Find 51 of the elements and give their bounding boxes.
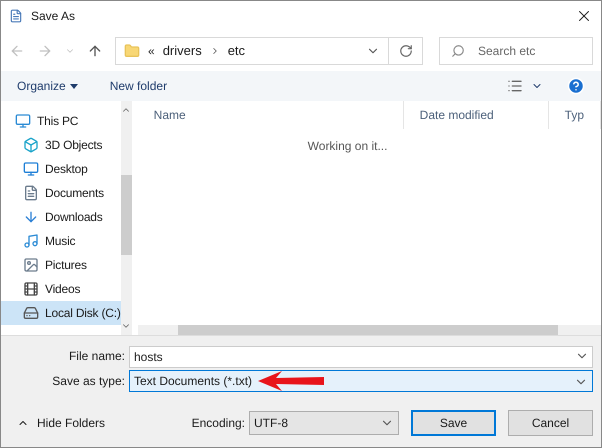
breadcrumb[interactable]: drivers — [162, 41, 202, 61]
address-bar[interactable]: « drivers etc — [115, 37, 389, 65]
picture-icon — [23, 257, 39, 273]
search-icon — [451, 44, 465, 58]
file-type-dropdown[interactable]: Text Documents (*.txt) — [129, 370, 593, 392]
horizontal-scrollbar[interactable] — [138, 325, 601, 335]
notepad-icon — [9, 9, 23, 23]
document-icon — [23, 185, 39, 201]
field-label: File name: — [68, 348, 125, 365]
overflow-chevron[interactable]: « — [148, 42, 155, 60]
sidebar-item[interactable]: 3D Objects — [1, 133, 121, 157]
save-button[interactable]: Save — [411, 410, 496, 436]
column-header[interactable]: Date modified — [404, 101, 549, 129]
help-icon[interactable] — [567, 77, 585, 95]
view-options-icon[interactable] — [507, 78, 523, 94]
up-icon[interactable] — [87, 43, 103, 59]
file-name-field[interactable]: hosts — [129, 346, 593, 368]
sidebar-item[interactable]: Desktop — [1, 157, 121, 181]
folder-icon — [124, 43, 140, 59]
drive-icon — [23, 305, 39, 321]
computer-icon — [15, 113, 31, 129]
film-icon — [23, 281, 39, 297]
sidebar-item[interactable]: Videos — [1, 277, 121, 301]
arrow-drawing — [258, 371, 324, 391]
hide-folders-link[interactable]: Hide Folders — [37, 414, 106, 432]
status-text: Working on it... — [308, 138, 388, 155]
search-field[interactable]: Search etc — [439, 37, 593, 65]
new-folder-button[interactable]: New folder — [110, 77, 168, 95]
cube-icon — [23, 137, 39, 153]
column-header[interactable]: Name — [138, 101, 404, 129]
sidebar-item[interactable]: Documents — [1, 181, 121, 205]
column-header[interactable]: Typ — [548, 101, 601, 129]
breadcrumb[interactable]: etc — [228, 41, 246, 61]
download-icon — [23, 209, 39, 225]
encoding-dropdown[interactable]: UTF-8 — [249, 411, 399, 435]
sidebar-item[interactable]: Music — [1, 229, 121, 253]
window-title: Save As — [31, 8, 76, 25]
scrollbar[interactable] — [120, 101, 132, 335]
refresh-button[interactable] — [389, 37, 423, 65]
sidebar-item[interactable]: Pictures — [1, 253, 121, 277]
caret-icon — [70, 84, 78, 88]
cancel-button[interactable]: Cancel — [508, 410, 593, 436]
sidebar-item[interactable]: This PC — [1, 109, 121, 133]
sidebar-item[interactable]: Downloads — [1, 205, 121, 229]
field-label: Save as type: — [51, 373, 125, 390]
field-label: Encoding: — [192, 415, 245, 432]
organize-button[interactable]: Organize — [17, 77, 78, 95]
refresh-icon — [398, 44, 412, 58]
monitor-icon — [23, 161, 39, 177]
sidebar-item[interactable]: Local Disk (C:) — [1, 301, 121, 325]
music-note-icon — [23, 233, 39, 249]
